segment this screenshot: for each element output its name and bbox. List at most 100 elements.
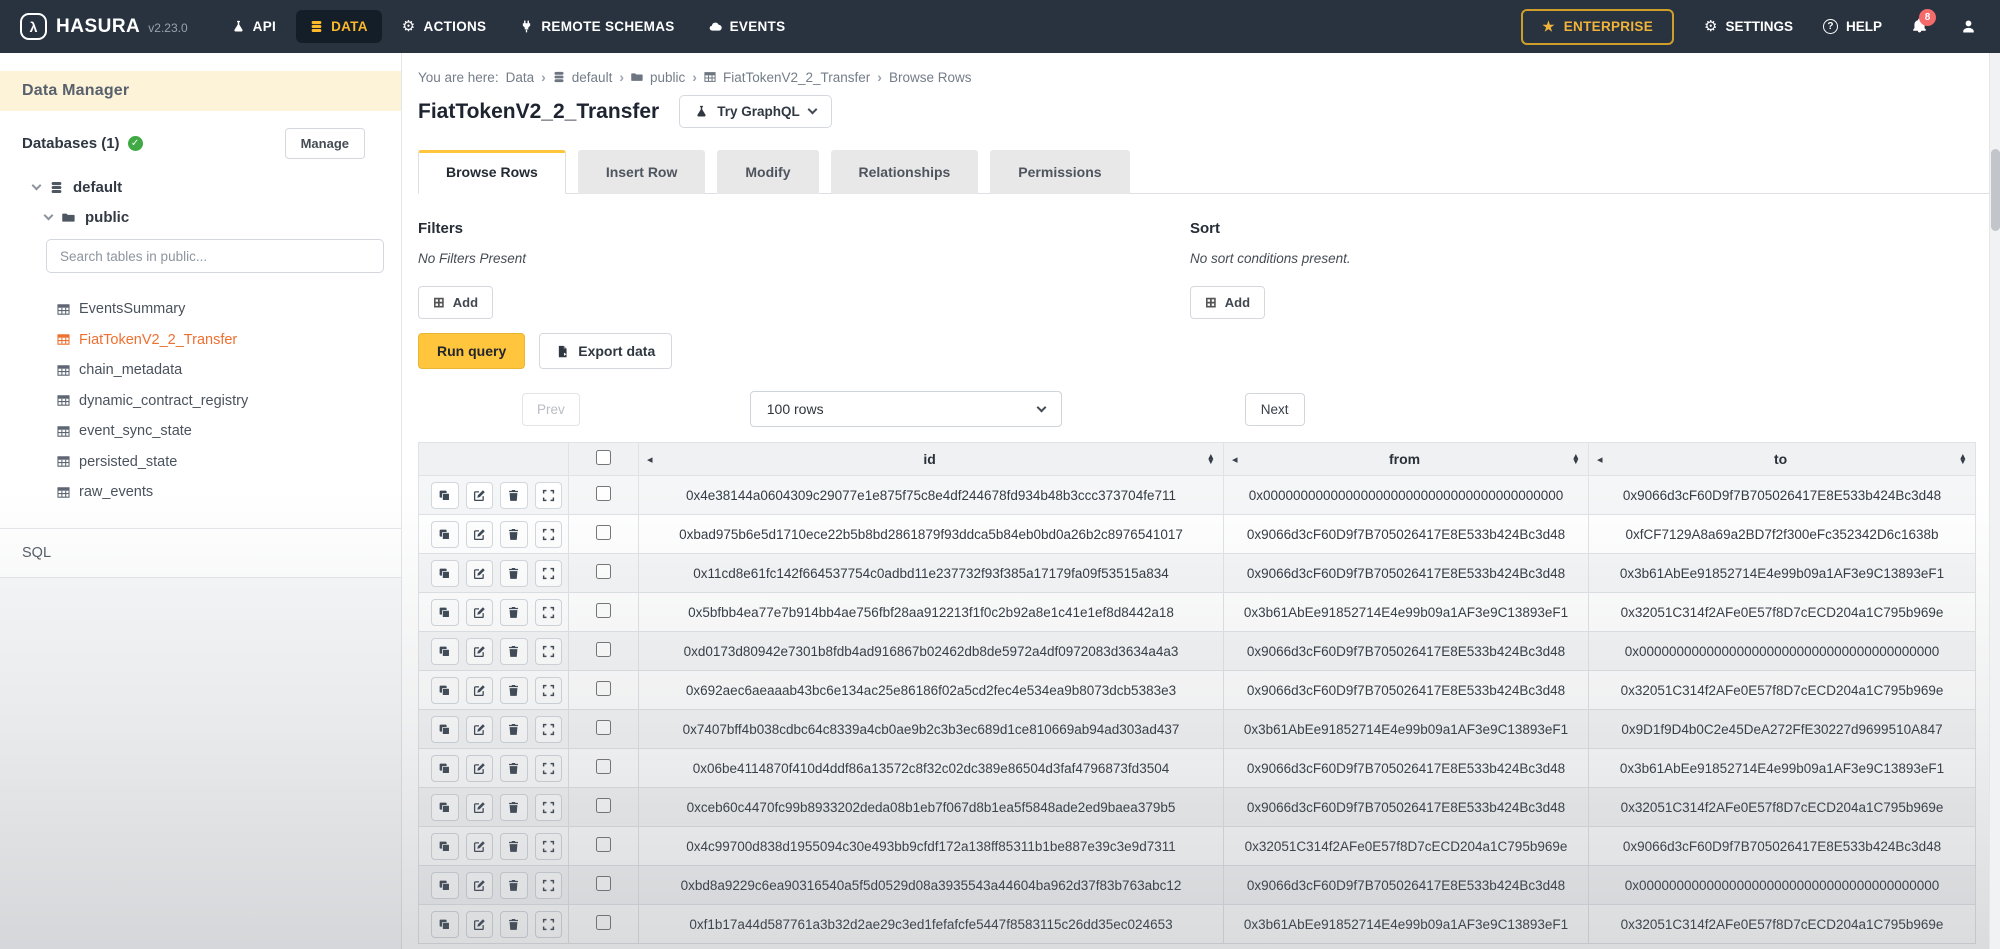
clone-row-button[interactable] [431,911,459,938]
edit-row-button[interactable] [466,872,494,899]
row-checkbox[interactable] [596,915,611,930]
breadcrumb-table[interactable]: FiatTokenV2_2_Transfer [723,70,870,85]
row-checkbox[interactable] [596,681,611,696]
user-icon[interactable] [1961,19,1976,34]
cell-to[interactable]: 0xfCF7129A8a69a2BD7f2f300eFc352342D6c163… [1589,515,1976,554]
tree-node-schema[interactable]: public [45,209,401,226]
edit-row-button[interactable] [466,833,494,860]
row-checkbox[interactable] [596,603,611,618]
export-data-button[interactable]: Export data [539,333,672,369]
nav-item-api[interactable]: API [218,10,290,43]
cell-from[interactable]: 0x00000000000000000000000000000000000000… [1224,476,1589,515]
delete-row-button[interactable] [500,599,528,626]
clone-row-button[interactable] [431,833,459,860]
expand-row-button[interactable] [535,638,563,665]
clone-row-button[interactable] [431,755,459,782]
delete-row-button[interactable] [500,560,528,587]
cell-id[interactable]: 0x7407bff4b038cdbc64c8339a4cb0ae9b2c3b3e… [639,710,1224,749]
sort-icon[interactable]: ▲▼ [1207,454,1215,465]
cell-id[interactable]: 0x06be4114870f410d4ddf86a13572c8f32c02dc… [639,749,1224,788]
row-checkbox[interactable] [596,759,611,774]
cell-from[interactable]: 0x9066d3cF60D9f7B705026417E8E533b424Bc3d… [1224,866,1589,905]
sidebar-table-item[interactable]: raw_events [57,477,401,508]
delete-row-button[interactable] [500,833,528,860]
run-query-button[interactable]: Run query [418,333,525,369]
cell-id[interactable]: 0x692aec6aeaaab43bc6e134ac25e86186f02a5c… [639,671,1224,710]
cell-from[interactable]: 0x9066d3cF60D9f7B705026417E8E533b424Bc3d… [1224,788,1589,827]
cell-from[interactable]: 0x32051C314f2AFe0E57f8D7cECD204a1C795b96… [1224,827,1589,866]
cell-to[interactable]: 0x32051C314f2AFe0E57f8D7cECD204a1C795b96… [1589,671,1976,710]
table-search-input[interactable] [46,239,384,273]
sidebar-table-item[interactable]: dynamic_contract_registry [57,386,401,417]
delete-row-button[interactable] [500,677,528,704]
rows-per-page-select[interactable]: 100 rows [750,391,1062,427]
cell-to[interactable]: 0x00000000000000000000000000000000000000… [1589,866,1976,905]
row-checkbox[interactable] [596,525,611,540]
tab-insert-row[interactable]: Insert Row [578,150,706,194]
tree-node-database[interactable]: default [33,179,401,196]
delete-row-button[interactable] [500,521,528,548]
expand-row-button[interactable] [535,833,563,860]
expand-row-button[interactable] [535,677,563,704]
help-link[interactable]: ? HELP [1823,19,1882,34]
cell-id[interactable]: 0x5bfbb4ea77e7b914bb4ae756fbf28aa912213f… [639,593,1224,632]
clone-row-button[interactable] [431,638,459,665]
cell-to[interactable]: 0x3b61AbEe91852714E4e99b09a1AF3e9C13893e… [1589,554,1976,593]
cell-to[interactable]: 0x32051C314f2AFe0E57f8D7cECD204a1C795b96… [1589,593,1976,632]
column-label[interactable]: to [1603,451,1959,467]
cell-from[interactable]: 0x3b61AbEe91852714E4e99b09a1AF3e9C13893e… [1224,905,1589,944]
cell-to[interactable]: 0x00000000000000000000000000000000000000… [1589,632,1976,671]
row-checkbox[interactable] [596,720,611,735]
edit-row-button[interactable] [466,482,494,509]
delete-row-button[interactable] [500,755,528,782]
sidebar-table-item[interactable]: persisted_state [57,447,401,478]
cell-id[interactable]: 0x4c99700d838d1955094c30e493bb9cfdf172a1… [639,827,1224,866]
prev-page-button[interactable]: Prev [522,393,580,426]
hasura-logo[interactable]: λ HASURA [20,13,140,40]
cell-from[interactable]: 0x3b61AbEe91852714E4e99b09a1AF3e9C13893e… [1224,593,1589,632]
expand-row-button[interactable] [535,560,563,587]
sidebar-table-item[interactable]: EventsSummary [57,294,401,325]
clone-row-button[interactable] [431,716,459,743]
cell-from[interactable]: 0x9066d3cF60D9f7B705026417E8E533b424Bc3d… [1224,671,1589,710]
row-checkbox[interactable] [596,876,611,891]
cell-from[interactable]: 0x9066d3cF60D9f7B705026417E8E533b424Bc3d… [1224,554,1589,593]
clone-row-button[interactable] [431,482,459,509]
sidebar-table-item[interactable]: FiatTokenV2_2_Transfer [57,325,401,356]
row-checkbox[interactable] [596,642,611,657]
edit-row-button[interactable] [466,716,494,743]
expand-row-button[interactable] [535,872,563,899]
cell-id[interactable]: 0x11cd8e61fc142f664537754c0adbd11e237732… [639,554,1224,593]
cell-to[interactable]: 0x9066d3cF60D9f7B705026417E8E533b424Bc3d… [1589,827,1976,866]
cell-id[interactable]: 0xd0173d80942e7301b8fdb4ad916867b02462db… [639,632,1224,671]
breadcrumb-public[interactable]: public [650,70,685,85]
delete-row-button[interactable] [500,794,528,821]
column-label[interactable]: from [1238,451,1572,467]
cell-to[interactable]: 0x32051C314f2AFe0E57f8D7cECD204a1C795b96… [1589,905,1976,944]
cell-to[interactable]: 0x9066d3cF60D9f7B705026417E8E533b424Bc3d… [1589,476,1976,515]
clone-row-button[interactable] [431,677,459,704]
cell-from[interactable]: 0x9066d3cF60D9f7B705026417E8E533b424Bc3d… [1224,749,1589,788]
clone-row-button[interactable] [431,794,459,821]
nav-item-events[interactable]: EVENTS [695,10,800,43]
delete-row-button[interactable] [500,911,528,938]
breadcrumb-default[interactable]: default [572,70,613,85]
expand-row-button[interactable] [535,482,563,509]
expand-row-button[interactable] [535,911,563,938]
tab-browse-rows[interactable]: Browse Rows [418,150,566,194]
row-checkbox[interactable] [596,564,611,579]
breadcrumb-data[interactable]: Data [506,70,535,85]
expand-row-button[interactable] [535,755,563,782]
add-sort-button[interactable]: ⊞ Add [1190,286,1265,319]
nav-item-data[interactable]: DATA [296,10,382,43]
expand-row-button[interactable] [535,599,563,626]
cell-from[interactable]: 0x9066d3cF60D9f7B705026417E8E533b424Bc3d… [1224,632,1589,671]
cell-to[interactable]: 0x9D1f9D4b0C2e45DeA272FfE30227d9699510A8… [1589,710,1976,749]
tab-relationships[interactable]: Relationships [831,150,979,194]
delete-row-button[interactable] [500,482,528,509]
delete-row-button[interactable] [500,638,528,665]
add-filter-button[interactable]: ⊞ Add [418,286,493,319]
cell-to[interactable]: 0x32051C314f2AFe0E57f8D7cECD204a1C795b96… [1589,788,1976,827]
manage-button[interactable]: Manage [285,128,365,159]
clone-row-button[interactable] [431,521,459,548]
